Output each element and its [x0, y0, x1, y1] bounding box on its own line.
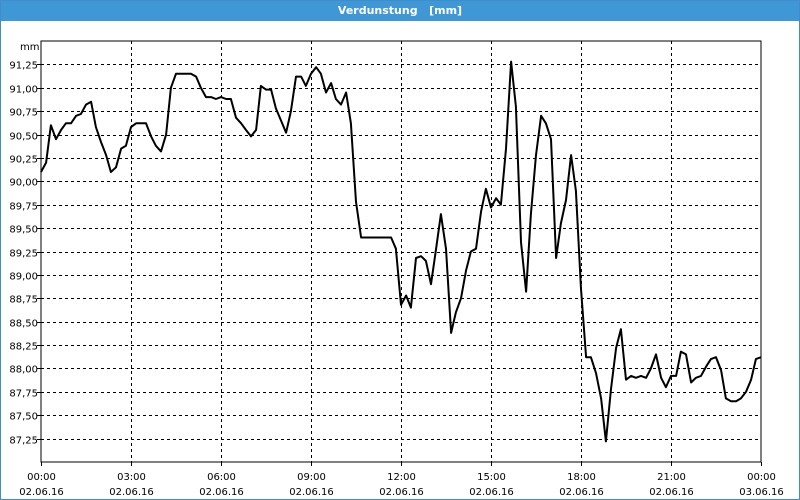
x-tick-date-label: 02.06.16 [289, 487, 334, 498]
line-chart: 91,25 91,00 90,75 90,50 90,25 90,00 89,75 89,50… [9, 40, 784, 499]
x-tick-time-label: 03:00 [117, 472, 146, 483]
x-tick-date-label: 03.06.16 [739, 487, 784, 498]
y-tick-label: 88,50 [9, 319, 38, 330]
x-tick-time-label: 12:00 [387, 472, 416, 483]
y-tick-label: 89,25 [9, 249, 38, 260]
chart-window: Verdunstung [mm] 91,25 91,00 90,75 90,50 90,… [0, 0, 800, 500]
x-tick-time-label: 09:00 [297, 472, 326, 483]
x-tick-time-label: 18:00 [567, 472, 596, 483]
y-axis-unit-label: mm [20, 42, 39, 53]
y-tick-label: 91,25 [9, 61, 38, 72]
y-tick-label: 89,50 [9, 225, 38, 236]
y-tick-label: 88,25 [9, 342, 38, 353]
y-tick-label: 90,75 [9, 108, 38, 119]
x-tick-date-label: 02.06.16 [199, 487, 244, 498]
y-tick-label: 87,50 [9, 412, 38, 423]
x-tick-time-label: 21:00 [657, 472, 686, 483]
tick-labels: 91,25 91,00 90,75 90,50 90,25 90,00 89,75 89,50… [9, 61, 783, 499]
axes [37, 40, 762, 466]
y-tick-label: 87,25 [9, 436, 38, 447]
y-tick-label: 89,75 [9, 202, 38, 213]
x-tick-date-label: 02.06.16 [109, 487, 154, 498]
x-tick-time-label: 15:00 [477, 472, 506, 483]
y-tick-label: 91,00 [9, 85, 38, 96]
y-tick-label: 90,50 [9, 132, 38, 143]
y-tick-label: 88,75 [9, 295, 38, 306]
y-tick-label: 89,00 [9, 272, 38, 283]
x-tick-date-label: 02.06.16 [559, 487, 604, 498]
y-tick-label: 88,00 [9, 365, 38, 376]
y-tick-label: 87,75 [9, 389, 38, 400]
x-tick-date-label: 02.06.16 [649, 487, 694, 498]
x-tick-date-label: 02.06.16 [469, 487, 514, 498]
x-tick-time-label: 00:00 [747, 472, 776, 483]
grid [41, 41, 761, 462]
y-tick-label: 90,25 [9, 155, 38, 166]
x-tick-time-label: 06:00 [207, 472, 236, 483]
y-tick-label: 90,00 [9, 178, 38, 189]
x-tick-date-label: 02.06.16 [379, 487, 424, 498]
x-tick-time-label: 00:00 [27, 472, 56, 483]
x-tick-date-label: 02.06.16 [19, 487, 64, 498]
